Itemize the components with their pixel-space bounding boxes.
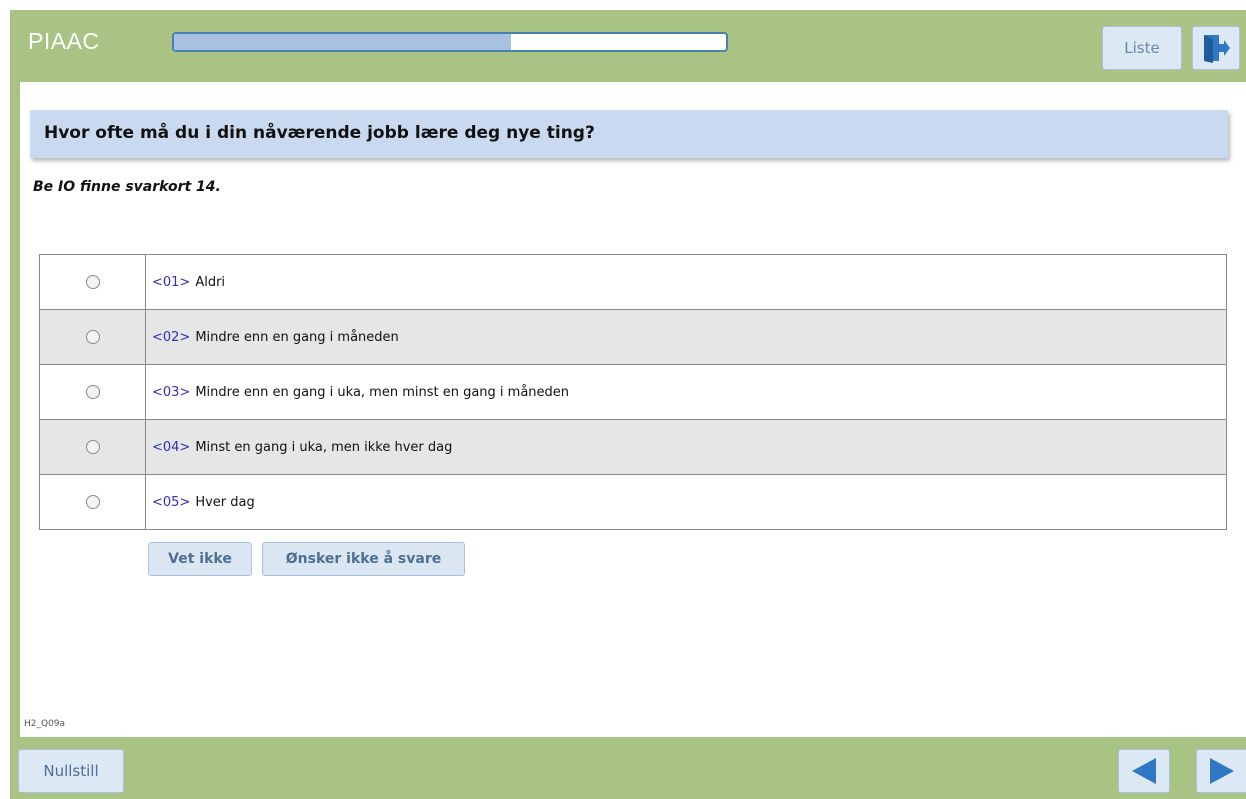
option-text: Minst en gang i uka, men ikke hver dag [195, 439, 453, 455]
radio-cell [40, 255, 146, 309]
reset-button[interactable]: Nullstill [18, 749, 124, 793]
left-arrow-icon [1132, 758, 1156, 784]
option-code: <01> [152, 274, 191, 290]
option-text: Aldri [195, 274, 226, 290]
option-label[interactable]: <01> Aldri [146, 255, 225, 309]
list-button[interactable]: Liste [1102, 26, 1182, 70]
radio-cell [40, 310, 146, 364]
radio-cell [40, 420, 146, 474]
option-label[interactable]: <04> Minst en gang i uka, men ikke hver … [146, 420, 452, 474]
answer-option-05[interactable]: <05> Hver dag [40, 474, 1226, 529]
radio-cell [40, 365, 146, 419]
radio-button[interactable] [85, 385, 100, 399]
option-code: <04> [152, 439, 191, 455]
radio-button[interactable] [85, 440, 100, 454]
question-text: Hvor ofte må du i din nåværende jobb lær… [30, 110, 1228, 158]
option-label[interactable]: <05> Hver dag [146, 475, 255, 529]
progress-bar [172, 32, 728, 52]
option-label[interactable]: <03> Mindre enn en gang i uka, men minst… [146, 365, 569, 419]
refuse-button[interactable]: Ønsker ikke å svare [262, 542, 465, 576]
right-arrow-icon [1210, 758, 1234, 784]
interviewer-instruction: Be IO finne svarkort 14. [33, 179, 221, 195]
option-code: <03> [152, 384, 191, 400]
previous-button[interactable] [1118, 749, 1170, 793]
main-content: Hvor ofte må du i din nåværende jobb lær… [20, 82, 1246, 737]
answer-option-03[interactable]: <03> Mindre enn en gang i uka, men minst… [40, 364, 1226, 419]
header-bar: PIAAC Liste [10, 10, 1246, 82]
app-title: PIAAC [28, 28, 100, 54]
radio-button[interactable] [85, 275, 100, 289]
option-text: Mindre enn en gang i måneden [195, 329, 399, 345]
option-label[interactable]: <02> Mindre enn en gang i måneden [146, 310, 399, 364]
answer-option-04[interactable]: <04> Minst en gang i uka, men ikke hver … [40, 419, 1226, 474]
next-button[interactable] [1196, 749, 1246, 793]
footer-bar: Nullstill [10, 737, 1246, 799]
screen-id-label: H2_Q09a [24, 719, 66, 729]
answer-option-01[interactable]: <01> Aldri [40, 255, 1226, 309]
answer-option-02[interactable]: <02> Mindre enn en gang i måneden [40, 309, 1226, 364]
option-text: Hver dag [195, 494, 255, 510]
option-code: <02> [152, 329, 191, 345]
radio-button[interactable] [85, 330, 100, 344]
radio-button[interactable] [85, 495, 100, 509]
radio-cell [40, 475, 146, 529]
option-text: Mindre enn en gang i uka, men minst en g… [195, 384, 570, 400]
exit-button[interactable] [1192, 26, 1240, 70]
exit-door-icon [1204, 35, 1230, 63]
dont-know-button[interactable]: Vet ikke [148, 542, 252, 576]
answer-options-table: <01> Aldri <02> Mindre enn en gang i mån… [39, 254, 1227, 530]
option-code: <05> [152, 494, 191, 510]
progress-bar-fill [174, 34, 511, 50]
